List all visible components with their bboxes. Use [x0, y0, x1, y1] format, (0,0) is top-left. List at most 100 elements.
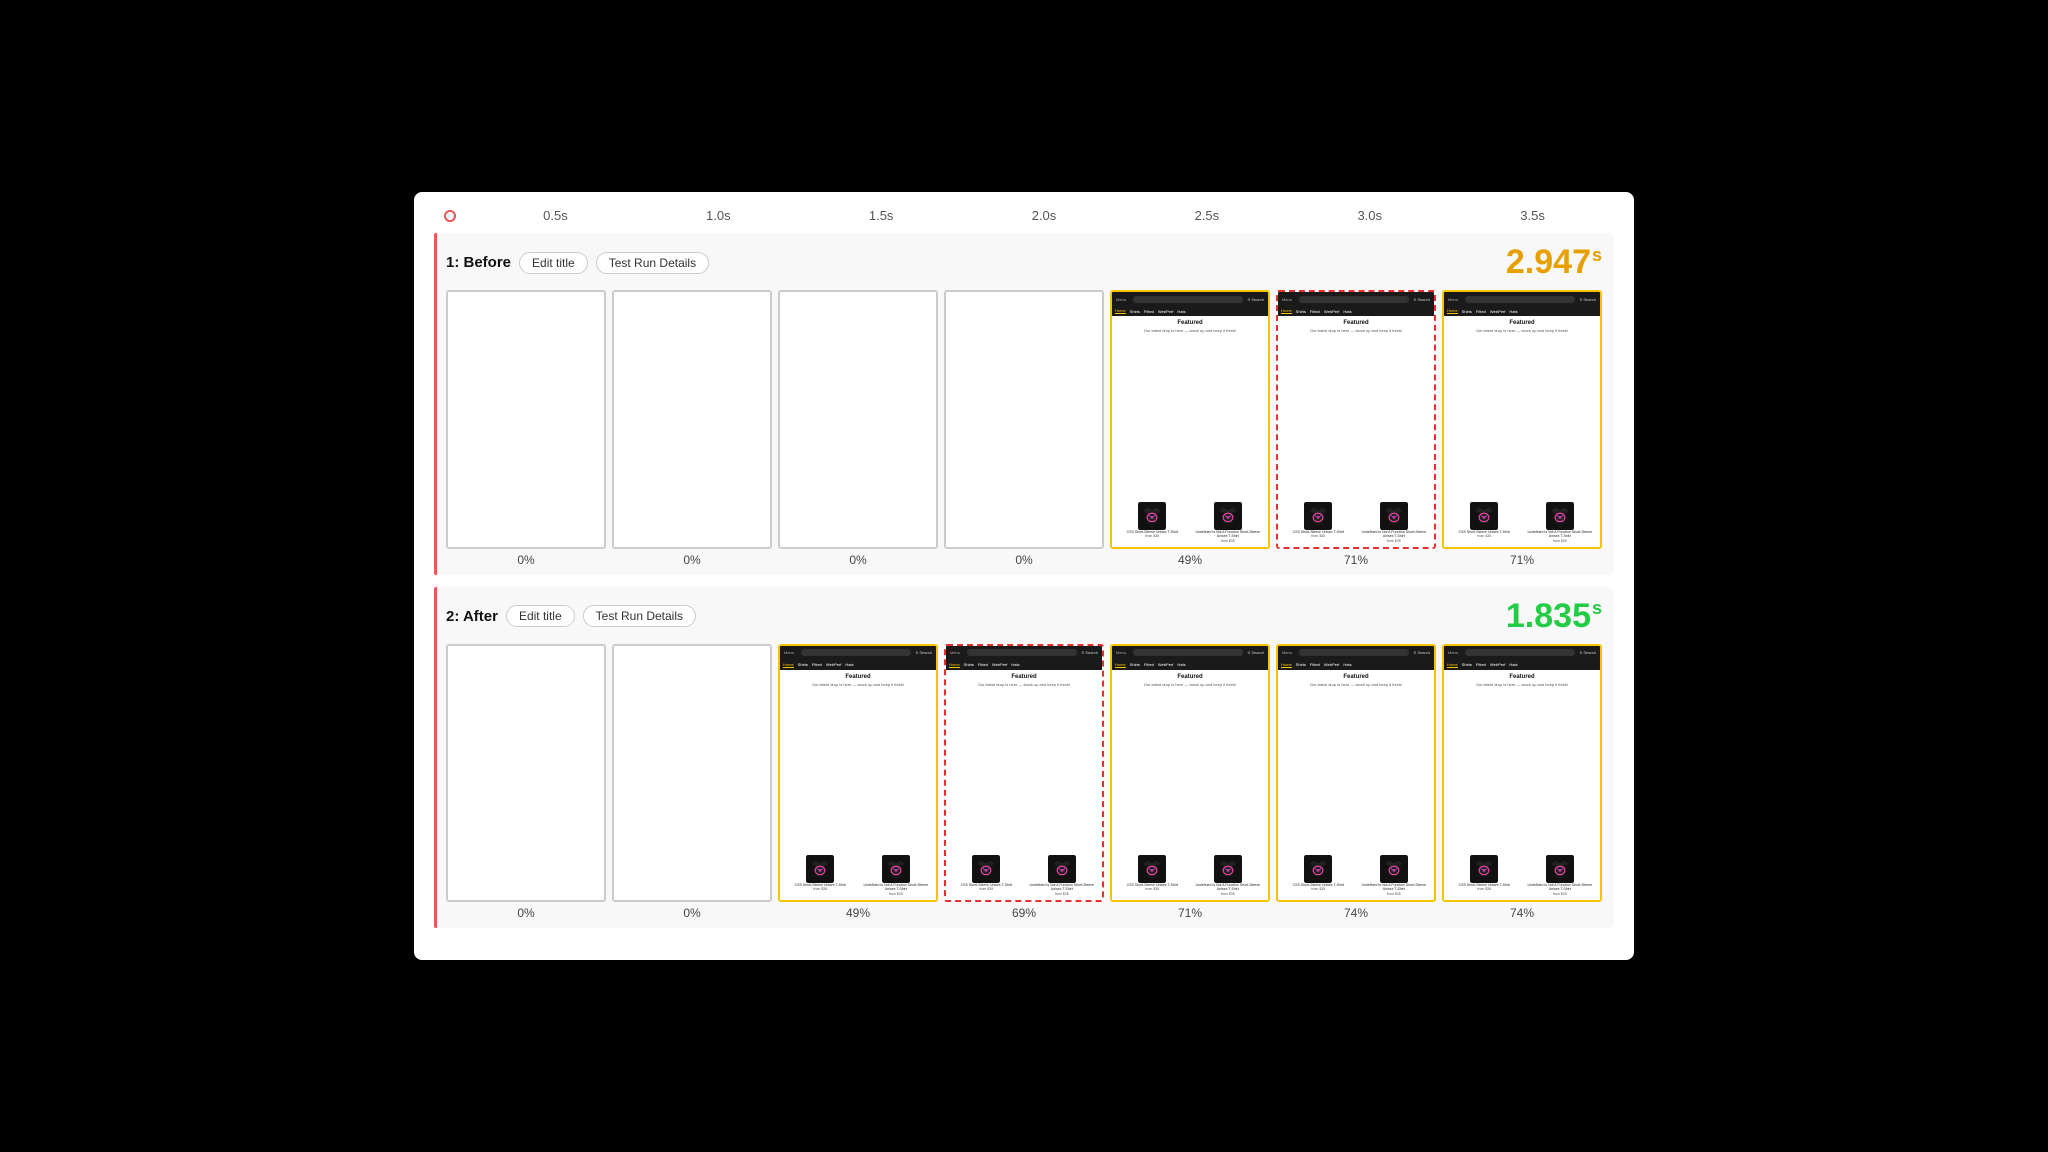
frame-col: 0%: [612, 290, 772, 566]
mini-product-1-price: from $35: [1145, 534, 1159, 538]
frame-col: 0%: [612, 644, 772, 920]
mini-hero-text: Featured: [1282, 320, 1430, 326]
before-edit-title-button[interactable]: Edit title: [519, 252, 588, 274]
mini-nav-item: Fitted: [1310, 309, 1320, 314]
timeline-tick: 2.5s: [1125, 208, 1288, 223]
mini-product-2: Undefined Is Not A Function Short-Sleeve…: [1192, 855, 1265, 895]
before-title: 1: Before: [446, 254, 511, 271]
mini-menu-bar: HomeShirtsFittedWebPerfHats: [1444, 306, 1600, 316]
frame-col: 0%: [778, 290, 938, 566]
mini-hero-text: Featured: [1116, 674, 1264, 680]
frame-col: Menu S Search HomeShirtsFittedWebPerfHat…: [778, 644, 938, 920]
after-header: 2: After Edit title Test Run Details 1.8…: [446, 597, 1602, 636]
frame-pct: 0%: [683, 553, 700, 567]
frame-thumb: Menu S Search HomeShirtsFittedWebPerfHat…: [1110, 644, 1270, 902]
mini-nav-item: Home: [949, 662, 960, 668]
mini-product-1: CSS Short-Sleeve Unisex T-Shirt from $35: [1282, 502, 1355, 542]
mini-product-1-price: from $35: [979, 887, 993, 891]
mini-browser: Menu S Search HomeShirtsFittedWebPerfHat…: [1444, 646, 1600, 900]
frame-pct: 71%: [1510, 553, 1534, 567]
mini-product-2: Undefined Is Not A Function Short-Sleeve…: [1358, 855, 1431, 895]
frame-col: Menu S Search HomeShirtsFittedWebPerfHat…: [1442, 290, 1602, 566]
mini-nav-item: Hats: [1011, 662, 1019, 667]
mini-menu-bar: HomeShirtsFittedWebPerfHats: [1278, 660, 1434, 670]
mini-nav-item: Hats: [1509, 662, 1517, 667]
empty-frame: [778, 290, 938, 548]
timeline-ticks: 0.5s1.0s1.5s2.0s2.5s3.0s3.5s: [474, 208, 1614, 223]
mini-nav-item: Shirts: [1130, 662, 1140, 667]
mini-nav-item: WebPerf: [1324, 662, 1340, 667]
frame-col: 0%: [446, 290, 606, 566]
mini-menu-bar: HomeShirtsFittedWebPerfHats: [780, 660, 936, 670]
frame-thumb: Menu S Search HomeShirtsFittedWebPerfHat…: [944, 644, 1104, 902]
mini-nav-item: Hats: [1177, 662, 1185, 667]
mini-sub-text: Our latest drop is here — stock up and k…: [950, 683, 1098, 688]
mini-product-2-price: from $35: [1387, 892, 1401, 896]
mini-content: Featured Our latest drop is here — stock…: [780, 670, 936, 900]
mini-product-1: CSS Short-Sleeve Unisex T-Shirt from $35: [1116, 502, 1189, 542]
mini-nav-item: Home: [1281, 662, 1292, 668]
mini-products: CSS Short-Sleeve Unisex T-Shirt from $35…: [1282, 855, 1430, 895]
mini-content: Featured Our latest drop is here — stock…: [1444, 670, 1600, 900]
mini-nav-item: Shirts: [964, 662, 974, 667]
frame-col: Menu S Search HomeShirtsFittedWebPerfHat…: [1442, 644, 1602, 920]
mini-sub-text: Our latest drop is here — stock up and k…: [1448, 329, 1596, 334]
mini-nav-item: Hats: [1509, 309, 1517, 314]
mini-search-bar: [967, 649, 1077, 656]
mini-nav: Menu S Search: [1444, 646, 1600, 660]
mini-sub-text: Our latest drop is here — stock up and k…: [1282, 683, 1430, 688]
mini-nav-item: Shirts: [1462, 662, 1472, 667]
section-red-line: [434, 233, 437, 574]
after-filmstrip: 0% 0% Menu S Search HomeShirtsFittedWebP…: [446, 644, 1602, 920]
mini-browser: Menu S Search HomeShirtsFittedWebPerfHat…: [1278, 292, 1434, 546]
mini-products: CSS Short-Sleeve Unisex T-Shirt from $35…: [784, 855, 932, 895]
frame-pct: 0%: [849, 553, 866, 567]
frame-col: Menu S Search HomeShirtsFittedWebPerfHat…: [944, 644, 1104, 920]
mini-nav: Menu S Search: [780, 646, 936, 660]
mini-product-2-name: Undefined Is Not A Function Short-Sleeve…: [1192, 883, 1265, 891]
after-edit-title-button[interactable]: Edit title: [506, 605, 575, 627]
mini-product-2-name: Undefined Is Not A Function Short-Sleeve…: [1358, 530, 1431, 538]
mini-search-bar: [1299, 296, 1409, 303]
mini-browser: Menu S Search HomeShirtsFittedWebPerfHat…: [1278, 646, 1434, 900]
mini-hero-text: Featured: [1448, 320, 1596, 326]
timeline-tick: 1.5s: [800, 208, 963, 223]
mini-sub-text: Our latest drop is here — stock up and k…: [1282, 329, 1430, 334]
after-test-run-button[interactable]: Test Run Details: [583, 605, 696, 627]
frame-col: Menu S Search HomeShirtsFittedWebPerfHat…: [1276, 644, 1436, 920]
mini-nav-item: Shirts: [1296, 662, 1306, 667]
mini-hero-text: Featured: [1448, 674, 1596, 680]
frame-thumb: Menu S Search HomeShirtsFittedWebPerfHat…: [1276, 644, 1436, 902]
mini-nav-item: Hats: [845, 662, 853, 667]
mini-products: CSS Short-Sleeve Unisex T-Shirt from $35…: [1282, 502, 1430, 542]
frame-pct: 0%: [1015, 553, 1032, 567]
mini-nav-item: Hats: [1343, 662, 1351, 667]
mini-content: Featured Our latest drop is here — stock…: [946, 670, 1102, 900]
mini-content: Featured Our latest drop is here — stock…: [1112, 670, 1268, 900]
mini-nav-item: Fitted: [812, 662, 822, 667]
frame-col: Menu S Search HomeShirtsFittedWebPerfHat…: [1276, 290, 1436, 566]
mini-hero-text: Featured: [784, 674, 932, 680]
frame-pct: 71%: [1178, 906, 1202, 920]
mini-product-2-price: from $35: [1553, 892, 1567, 896]
before-score: 2.947s: [1506, 243, 1602, 282]
frame-pct: 74%: [1510, 906, 1534, 920]
mini-product-1-price: from $35: [1311, 534, 1325, 538]
before-test-run-button[interactable]: Test Run Details: [596, 252, 709, 274]
mini-product-2: Undefined Is Not A Function Short-Sleeve…: [1524, 502, 1597, 542]
frame-pct: 74%: [1344, 906, 1368, 920]
mini-content: Featured Our latest drop is here — stock…: [1278, 316, 1434, 546]
mini-product-1: CSS Short-Sleeve Unisex T-Shirt from $35: [1448, 855, 1521, 895]
frame-thumb: Menu S Search HomeShirtsFittedWebPerfHat…: [1276, 290, 1436, 548]
frame-pct: 0%: [517, 553, 534, 567]
frame-thumb: Menu S Search HomeShirtsFittedWebPerfHat…: [1442, 290, 1602, 548]
empty-frame: [446, 290, 606, 548]
mini-hero-text: Featured: [1116, 320, 1264, 326]
mini-nav-item: Shirts: [1296, 309, 1306, 314]
mini-nav-item: Fitted: [1144, 309, 1154, 314]
mini-search-bar: [1133, 649, 1243, 656]
mini-products: CSS Short-Sleeve Unisex T-Shirt from $35…: [950, 855, 1098, 895]
mini-product-2-name: Undefined Is Not A Function Short-Sleeve…: [1524, 883, 1597, 891]
frame-pct: 49%: [1178, 553, 1202, 567]
mini-sub-text: Our latest drop is here — stock up and k…: [1116, 683, 1264, 688]
